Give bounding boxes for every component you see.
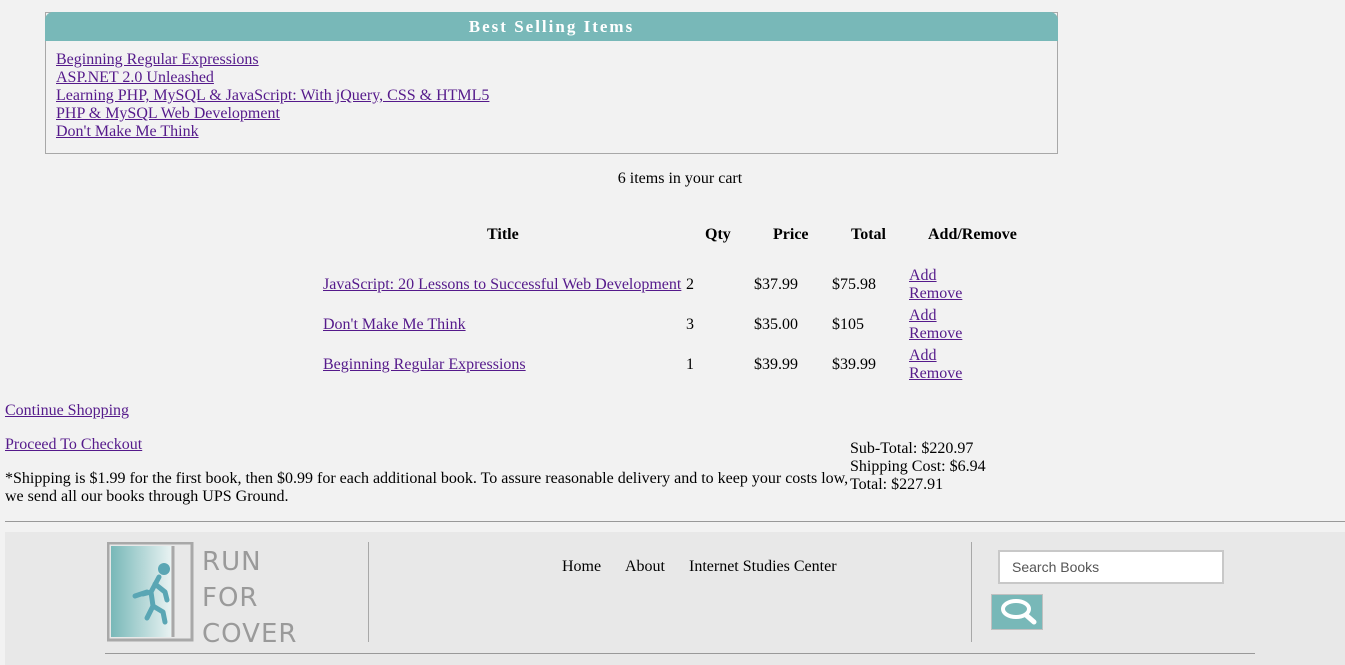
remove-link[interactable]: Remove [909,285,962,303]
add-link[interactable]: Add [909,307,937,325]
header-title: Title [487,226,519,243]
cart-item-qty: 1 [686,356,694,373]
order-totals: Sub-Total: $220.97 Shipping Cost: $6.94 … [850,440,986,494]
continue-shopping-link[interactable]: Continue Shopping [5,402,129,420]
search-button[interactable] [991,594,1043,630]
nav-about[interactable]: About [625,558,665,576]
add-remove-group: Add Remove [909,307,962,343]
header-add-remove: Add/Remove [928,226,1017,243]
magnifier-icon [1001,599,1037,625]
logo-text: RUN FOR COVER [202,547,298,649]
best-selling-title: Best Selling Items [45,12,1058,41]
add-link[interactable]: Add [909,347,937,365]
shipping-note: *Shipping is $1.99 for the first book, t… [5,470,849,505]
remove-link[interactable]: Remove [909,325,962,343]
search-input[interactable]: Search Books [998,550,1224,584]
cart-item-price: $35.00 [754,316,798,333]
divider [5,521,1345,522]
cart-item-qty: 2 [686,276,694,293]
add-link[interactable]: Add [909,267,937,285]
header-qty: Qty [705,226,731,243]
cart-item-title-link[interactable]: JavaScript: 20 Lessons to Successful Web… [323,276,681,294]
footer: RUN FOR COVER Home About Internet Studie… [5,532,1345,665]
best-selling-link[interactable]: Beginning Regular Expressions [56,51,259,69]
run-for-cover-logo[interactable]: RUN FOR COVER [106,541,297,649]
add-remove-group: Add Remove [909,267,962,303]
remove-link[interactable]: Remove [909,365,962,383]
best-selling-panel: Best Selling Items Beginning Regular Exp… [45,12,1058,154]
cart-item-title-link[interactable]: Don't Make Me Think [323,316,466,334]
best-selling-list: Beginning Regular Expressions ASP.NET 2.… [46,41,1057,141]
cart-item-total: $105 [832,316,864,333]
cart-item-total: $39.99 [832,356,876,373]
cart-item-price: $37.99 [754,276,798,293]
nav-home[interactable]: Home [562,558,601,576]
add-remove-group: Add Remove [909,347,962,383]
cart-count: 6 items in your cart [617,170,743,187]
header-price: Price [773,226,809,243]
proceed-to-checkout-link[interactable]: Proceed To Checkout [5,436,142,454]
header-total: Total [851,226,886,243]
footer-divider [971,542,972,642]
footer-divider [368,542,369,642]
best-selling-link[interactable]: ASP.NET 2.0 Unleashed [56,69,214,87]
shipping-cost: Shipping Cost: $6.94 [850,458,986,475]
subtotal: Sub-Total: $220.97 [850,440,974,457]
cart-item-price: $39.99 [754,356,798,373]
cart-item-qty: 3 [686,316,694,333]
best-selling-link[interactable]: PHP & MySQL Web Development [56,105,280,123]
footer-bottom-divider [105,653,1255,654]
cart-item-title-link[interactable]: Beginning Regular Expressions [323,356,526,374]
grand-total: Total: $227.91 [850,476,944,493]
best-selling-link[interactable]: Learning PHP, MySQL & JavaScript: With j… [56,87,489,105]
best-selling-link[interactable]: Don't Make Me Think [56,123,199,141]
cart-item-total: $75.98 [832,276,876,293]
nav-internet-studies-center[interactable]: Internet Studies Center [689,558,837,576]
